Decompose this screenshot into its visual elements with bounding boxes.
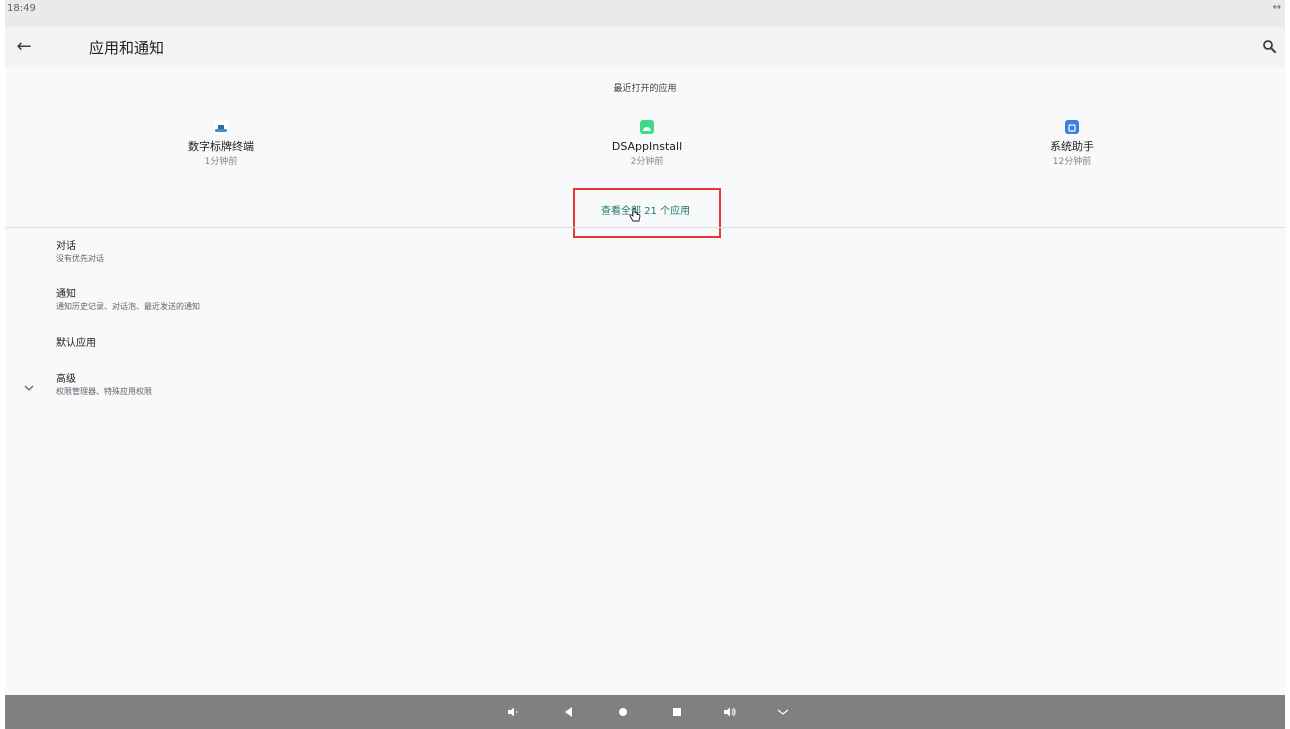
page-title: 应用和通知	[89, 39, 165, 57]
section-divider	[5, 227, 1285, 228]
settings-item-title: 高级	[56, 374, 76, 385]
settings-item-advanced[interactable]: 高级 权限管理器、特殊应用权限	[56, 373, 152, 397]
volume-down-icon[interactable]	[505, 704, 521, 720]
arrow-back-icon[interactable]: ←	[9, 32, 39, 62]
settings-item-notifications[interactable]: 通知 通知历史记录、对话泡、最近发送的通知	[56, 288, 200, 312]
settings-item-summary: 通知历史记录、对话泡、最近发送的通知	[56, 302, 200, 311]
see-all-apps-label: 查看全部 21 个应用	[601, 206, 691, 217]
volume-up-icon[interactable]	[722, 704, 738, 720]
settings-item-summary: 没有优先对话	[56, 254, 104, 263]
recent-app-name: 数字标牌终端	[188, 140, 254, 153]
status-time: 18:49	[7, 3, 36, 14]
recent-app-name: 系统助手	[1050, 140, 1094, 153]
status-arrows-icon: ↔	[1272, 2, 1281, 13]
recents-square-icon[interactable]	[669, 704, 685, 720]
app-bar: ← 应用和通知	[5, 27, 1285, 67]
chevron-down-icon[interactable]	[775, 704, 791, 720]
see-all-apps-button[interactable]: 查看全部 21 个应用	[573, 188, 721, 238]
settings-item-summary: 权限管理器、特殊应用权限	[56, 387, 152, 396]
recent-app-digital-signage[interactable]: 数字标牌终端 1分钟前	[71, 120, 371, 168]
settings-item-conversations[interactable]: 对话 没有优先对话	[56, 240, 104, 264]
settings-item-title: 通知	[56, 289, 76, 300]
settings-item-title: 对话	[56, 241, 76, 252]
recent-app-system-assistant[interactable]: 系统助手 12分钟前	[922, 120, 1222, 168]
android-app-icon	[640, 120, 654, 134]
home-circle-icon[interactable]	[615, 704, 631, 720]
back-triangle-icon[interactable]	[561, 704, 577, 720]
chevron-down-icon[interactable]	[22, 378, 36, 391]
system-assistant-app-icon	[1065, 120, 1079, 134]
recent-app-time: 2分钟前	[630, 157, 664, 167]
recent-apps-title: 最近打开的应用	[613, 84, 677, 94]
search-icon[interactable]	[1255, 32, 1285, 62]
recent-app-name: DSAppInstall	[611, 140, 683, 153]
hand-cursor-icon	[628, 208, 642, 224]
settings-item-default-apps[interactable]: 默认应用	[56, 337, 96, 350]
recent-app-time: 12分钟前	[1052, 157, 1092, 167]
navigation-bar	[5, 695, 1285, 729]
status-bar: 18:49 ↔	[5, 0, 1285, 27]
settings-item-title: 默认应用	[56, 338, 96, 349]
digital-signage-app-icon	[214, 120, 228, 134]
recent-app-time: 1分钟前	[204, 157, 238, 167]
settings-screen: 18:49 ↔ ← 应用和通知 最近打开的应用 数字标牌终端 1分钟前 DSAp…	[5, 0, 1285, 729]
recent-app-dsappinstall[interactable]: DSAppInstall 2分钟前	[497, 120, 797, 168]
